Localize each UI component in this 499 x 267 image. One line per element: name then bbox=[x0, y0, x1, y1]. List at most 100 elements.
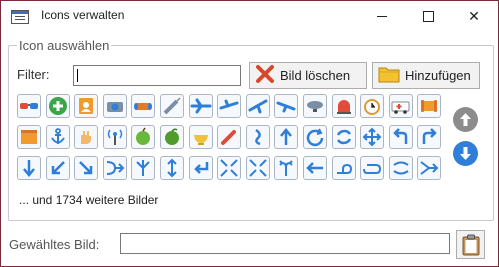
airplane-4-icon bbox=[276, 101, 296, 113]
icon-tile-arrow-up-down[interactable] bbox=[160, 156, 184, 180]
icon-tile-arrow-loop[interactable] bbox=[332, 156, 356, 180]
app-icon bbox=[11, 10, 29, 24]
selected-image-label: Gewähltes Bild: bbox=[9, 237, 100, 252]
folder-icon bbox=[378, 65, 400, 86]
airship-icon bbox=[307, 101, 323, 112]
arrow-down-right-icon bbox=[79, 161, 93, 175]
icon-tile-syringe[interactable] bbox=[160, 94, 184, 118]
icon-tile-book-orange[interactable] bbox=[17, 125, 41, 149]
icon-tile-arrows-refresh[interactable] bbox=[332, 125, 356, 149]
arrows-merge-icon bbox=[106, 161, 125, 175]
icon-tile-pen[interactable] bbox=[217, 125, 241, 149]
minimize-icon bbox=[377, 15, 387, 17]
arrow-left-icon bbox=[306, 162, 323, 174]
icon-tile-arrow-cycle[interactable] bbox=[360, 156, 384, 180]
more-images-text: ... und 1734 weitere Bilder bbox=[19, 193, 159, 207]
clipboard-button[interactable] bbox=[456, 230, 485, 259]
scroll-up-button[interactable] bbox=[453, 107, 478, 132]
arrow-loop-icon bbox=[337, 163, 353, 174]
icon-tile-airplane-4[interactable] bbox=[274, 94, 298, 118]
icon-tile-arrow-return[interactable] bbox=[189, 156, 213, 180]
arrow-up-down-icon bbox=[167, 158, 177, 178]
add-image-button[interactable]: Hinzufügen bbox=[372, 62, 480, 89]
icon-tile-anchor[interactable] bbox=[46, 125, 70, 149]
alarm-light-icon bbox=[337, 100, 351, 114]
icon-tile-airplane-3[interactable] bbox=[246, 94, 270, 118]
icon-tile-arrow-up[interactable] bbox=[274, 125, 298, 149]
maximize-button[interactable] bbox=[405, 1, 451, 31]
icon-tile-arrow-left[interactable] bbox=[303, 156, 327, 180]
arrow-turn-left-icon bbox=[393, 128, 408, 144]
arrows-collapse-icon bbox=[220, 159, 238, 177]
group-label: Icon auswählen bbox=[17, 38, 112, 53]
icon-tile-cylinder[interactable] bbox=[131, 94, 155, 118]
alarm-clock-icon bbox=[364, 99, 380, 115]
icon-tile-camera[interactable] bbox=[103, 94, 127, 118]
filter-input[interactable] bbox=[73, 65, 241, 86]
apple-2-icon bbox=[165, 128, 179, 145]
icon-tile-hand[interactable] bbox=[74, 125, 98, 149]
clipboard-icon bbox=[462, 234, 479, 255]
filter-label: Filter: bbox=[17, 67, 50, 82]
minimize-button[interactable] bbox=[359, 1, 405, 31]
selected-image-field[interactable] bbox=[120, 233, 450, 254]
icon-tile-airplane[interactable] bbox=[189, 94, 213, 118]
icon-tile-arrows-move[interactable] bbox=[360, 125, 384, 149]
arrow-curve-icon bbox=[255, 128, 261, 146]
icon-tile-arrow-down-right[interactable] bbox=[74, 156, 98, 180]
antenna-icon bbox=[107, 129, 123, 145]
airplane-2-icon bbox=[219, 99, 239, 110]
icon-tile-arrows-expand[interactable] bbox=[246, 156, 270, 180]
airplane-icon bbox=[190, 98, 212, 114]
maximize-icon bbox=[422, 10, 434, 22]
icons-dialog-window: Icons verwalten ✕ Icon auswählen Filter:… bbox=[0, 0, 499, 267]
icon-tile-glasses[interactable] bbox=[17, 94, 41, 118]
icon-tile-airplane-2[interactable] bbox=[217, 94, 241, 118]
icon-tile-alarm-light[interactable] bbox=[332, 94, 356, 118]
anchor-icon bbox=[51, 128, 65, 144]
arrow-fork-icon bbox=[279, 160, 293, 176]
delete-image-button[interactable]: Bild löschen bbox=[249, 62, 367, 89]
arrow-return-icon bbox=[194, 162, 209, 174]
icon-tile-arrow-down-left[interactable] bbox=[46, 156, 70, 180]
icon-tile-arrow-join-right[interactable] bbox=[417, 156, 441, 180]
icon-tile-apple-2[interactable] bbox=[160, 125, 184, 149]
icon-tile-add-green[interactable] bbox=[46, 94, 70, 118]
icon-tile-alarm-clock[interactable] bbox=[360, 94, 384, 118]
arrows-move-icon bbox=[362, 127, 382, 147]
title-bar[interactable]: Icons verwalten ✕ bbox=[1, 1, 498, 31]
icon-tile-ambulance[interactable] bbox=[389, 94, 413, 118]
add-green-icon bbox=[49, 97, 67, 115]
icon-tile-scroll[interactable] bbox=[417, 94, 441, 118]
icon-tile-antenna[interactable] bbox=[103, 125, 127, 149]
icon-tile-arrows-merge[interactable] bbox=[103, 156, 127, 180]
icon-tile-bowl[interactable] bbox=[189, 125, 213, 149]
icon-tile-arrows-swap[interactable] bbox=[389, 156, 413, 180]
scroll-down-button[interactable] bbox=[453, 141, 478, 166]
icon-tile-airship[interactable] bbox=[303, 94, 327, 118]
icon-tile-arrow-curve[interactable] bbox=[246, 125, 270, 149]
icon-tile-arrow-down[interactable] bbox=[17, 156, 41, 180]
icon-tile-address-book[interactable] bbox=[74, 94, 98, 118]
arrow-join-right-icon bbox=[420, 161, 439, 175]
camera-icon bbox=[107, 102, 123, 112]
add-image-label: Hinzufügen bbox=[405, 68, 471, 83]
icon-tile-arrow-fork[interactable] bbox=[274, 156, 298, 180]
icon-tile-arrow-turn-right[interactable] bbox=[417, 125, 441, 149]
arrows-refresh-icon bbox=[336, 129, 352, 145]
text-caret bbox=[77, 69, 78, 82]
icon-tile-apple[interactable] bbox=[131, 125, 155, 149]
syringe-icon bbox=[163, 97, 181, 115]
pen-icon bbox=[221, 130, 236, 145]
icon-tile-arrows-collapse[interactable] bbox=[217, 156, 241, 180]
delete-image-label: Bild löschen bbox=[280, 68, 351, 83]
icon-tile-arrows-split[interactable] bbox=[131, 156, 155, 180]
arrow-circle-icon bbox=[306, 128, 324, 147]
icon-tile-arrow-circle[interactable] bbox=[303, 125, 327, 149]
apple-icon bbox=[136, 127, 150, 145]
close-button[interactable]: ✕ bbox=[451, 1, 497, 31]
icon-tile-arrow-turn-left[interactable] bbox=[389, 125, 413, 149]
arrows-split-icon bbox=[136, 160, 150, 176]
scroll-up-icon bbox=[453, 107, 478, 132]
arrow-turn-right-icon bbox=[422, 128, 437, 144]
